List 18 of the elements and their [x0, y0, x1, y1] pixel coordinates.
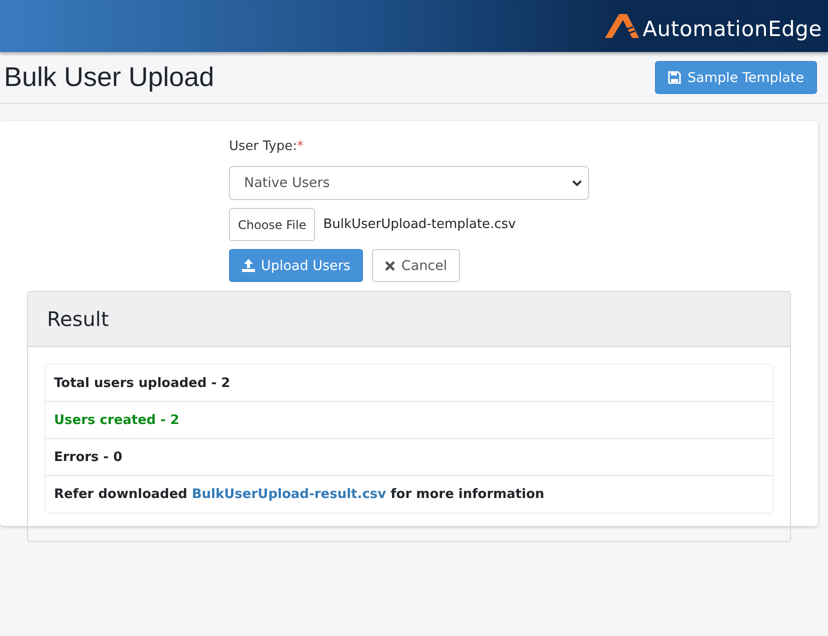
choose-file-button[interactable]: Choose File [229, 208, 316, 241]
logo-text: AutomationEdge [642, 17, 822, 41]
file-name: BulkUserUpload-template.csv [323, 217, 516, 232]
save-icon [668, 71, 682, 84]
page-title: Bulk User Upload [4, 62, 214, 93]
result-file-link[interactable]: BulkUserUpload-result.csv [192, 486, 386, 502]
close-icon [385, 260, 396, 270]
result-line: Users created - 2 [54, 412, 180, 428]
result-line: Total users uploaded - 2 [54, 376, 230, 390]
result-line: Refer downloaded BulkUserUpload-result.csv for more information [54, 486, 544, 502]
upload-icon [242, 259, 255, 272]
field-label: User Type:* [229, 139, 304, 154]
panel-title: Result [47, 307, 109, 331]
user-type-select[interactable]: Native Users [229, 166, 589, 200]
cancel-button[interactable]: Cancel [372, 249, 460, 282]
chevron-icon [572, 180, 582, 186]
logo-icon [604, 12, 641, 40]
result-line: Errors - 0 [54, 450, 122, 464]
